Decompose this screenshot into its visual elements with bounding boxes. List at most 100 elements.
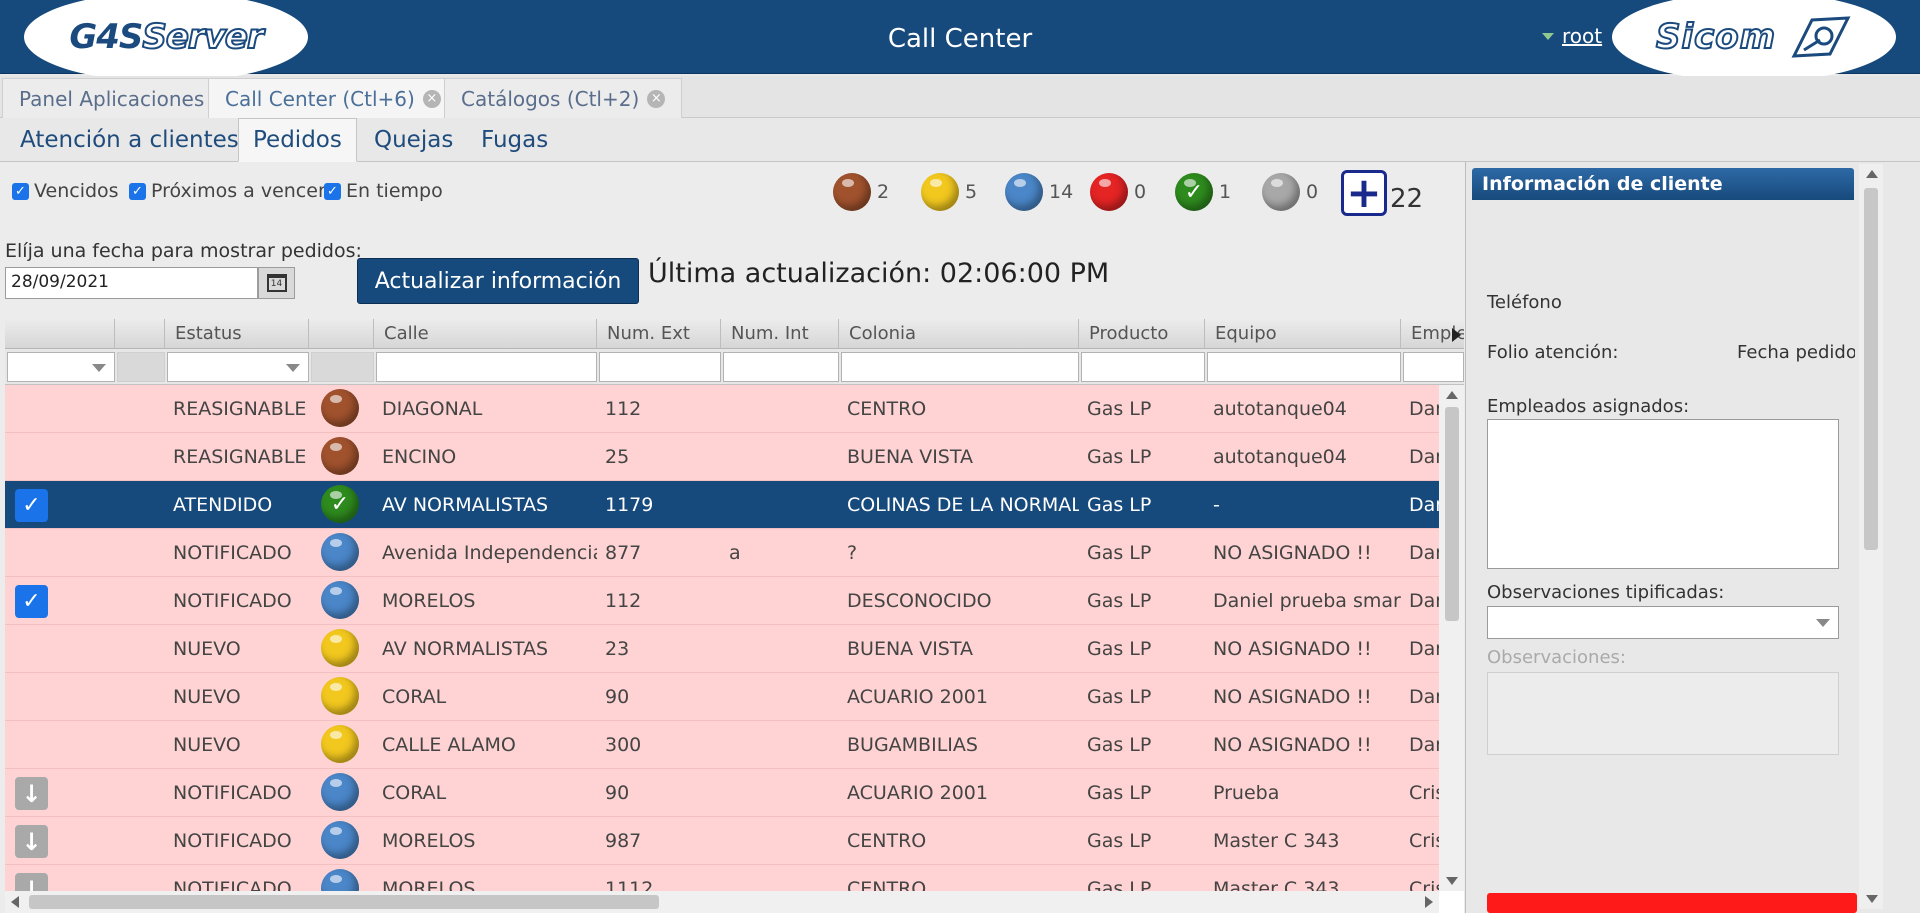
cell-status: REASIGNABLE <box>173 398 307 420</box>
column-header-num-ext[interactable]: Num. Ext <box>597 319 721 349</box>
cell-int <box>721 769 839 817</box>
scroll-left-icon[interactable] <box>11 896 19 908</box>
row-checkbox-checked-icon[interactable]: ✓ <box>15 489 48 522</box>
filter-en-tiempo[interactable]: ✓ En tiempo <box>324 180 443 202</box>
tab-fugas[interactable]: Fugas <box>467 118 562 162</box>
scroll-down-icon[interactable] <box>1446 877 1458 885</box>
save-order-button[interactable] <box>1487 893 1857 913</box>
scroll-down-icon[interactable] <box>1866 895 1878 903</box>
column-header-select[interactable] <box>5 319 115 349</box>
tab-catalogos[interactable]: Catálogos (Ctl+2) × <box>444 78 683 118</box>
column-header-calle[interactable]: Calle <box>374 319 597 349</box>
close-icon[interactable]: × <box>422 89 441 108</box>
refresh-button[interactable]: Actualizar información <box>357 258 639 304</box>
checkbox-checked-icon[interactable]: ✓ <box>129 182 146 200</box>
total-orders-count: 22 <box>1390 184 1424 214</box>
filter-vencidos[interactable]: ✓ Vencidos <box>12 180 119 202</box>
flag-filter-cell <box>117 352 165 382</box>
table-row[interactable]: ✓ NOTIFICADO MORELOS 112 DESCONOCIDO Gas LP Da… <box>5 577 1439 625</box>
legend-count: 0 <box>1134 181 1147 203</box>
arrow-down-icon[interactable]: ↓ <box>15 777 48 810</box>
more-columns-arrow-icon[interactable] <box>1452 328 1461 342</box>
cell-ext: 90 <box>605 686 630 708</box>
tab-pedidos[interactable]: Pedidos <box>238 118 357 162</box>
scroll-up-icon[interactable] <box>1866 170 1878 178</box>
table-row[interactable]: ✓ ✓ ATENDIDO AV NORMALISTAS 1179 COLINAS DE L… <box>5 481 1439 529</box>
table-vertical-scrollbar[interactable] <box>1439 385 1464 891</box>
scroll-right-icon[interactable] <box>1425 896 1433 908</box>
producto-filter-input[interactable] <box>1081 352 1205 382</box>
filter-label: En tiempo <box>346 180 443 202</box>
column-header-estatus[interactable]: Estatus <box>165 319 309 349</box>
num-ext-filter-input[interactable] <box>599 352 721 382</box>
user-name-link[interactable]: root <box>1562 24 1602 48</box>
cell-int <box>721 817 839 865</box>
estatus-filter-dropdown[interactable] <box>167 352 309 382</box>
column-header-colonia[interactable]: Colonia <box>839 319 1079 349</box>
tab-panel-aplicaciones[interactable]: Panel Aplicaciones <box>2 78 222 118</box>
column-header-producto[interactable]: Producto <box>1079 319 1205 349</box>
tab-quejas[interactable]: Quejas <box>360 118 467 162</box>
table-row[interactable]: REASIGNABLE ENCINO 25 BUENA VISTA Gas LP auto… <box>5 433 1439 481</box>
legend-item: 14 <box>1005 173 1073 211</box>
arrow-down-icon[interactable]: ↓ <box>15 873 48 891</box>
scrollbar-thumb[interactable] <box>29 895 659 909</box>
cell-producto: Gas LP <box>1087 590 1152 612</box>
cell-equipo: Master C 343 <box>1213 878 1340 891</box>
cell-colonia: BUENA VISTA <box>847 638 973 660</box>
calle-filter-input[interactable] <box>376 352 597 382</box>
select-filter-dropdown[interactable] <box>7 352 115 382</box>
equipo-filter-input[interactable] <box>1207 352 1401 382</box>
num-int-filter-input[interactable] <box>723 352 839 382</box>
add-order-icon[interactable]: + <box>1341 170 1387 216</box>
cell-equipo: NO ASIGNADO !! <box>1213 734 1372 756</box>
scrollbar-thumb[interactable] <box>1445 407 1459 621</box>
table-row[interactable]: ↓ NOTIFICADO CORAL 90 ACUARIO 2001 Gas LP Prue… <box>5 769 1439 817</box>
user-menu[interactable]: root <box>1542 24 1602 48</box>
observaciones-textarea[interactable] <box>1487 672 1839 755</box>
cell-int <box>721 721 839 769</box>
table-row[interactable]: NUEVO CALLE ALAMO 300 BUGAMBILIAS Gas LP NO A… <box>5 721 1439 769</box>
column-header-equipo[interactable]: Equipo <box>1205 319 1401 349</box>
filter-proximos-a-vencer[interactable]: ✓ Próximos a vencer <box>129 180 326 202</box>
column-header-num-int[interactable]: Num. Int <box>721 319 839 349</box>
scrollbar-thumb[interactable] <box>1864 188 1878 550</box>
tab-atencion-clientes[interactable]: Atención a clientes <box>6 118 253 162</box>
date-input[interactable]: 28/09/2021 <box>5 267 258 299</box>
column-header-indicator[interactable] <box>309 319 374 349</box>
cell-producto: Gas LP <box>1087 878 1152 891</box>
fecha-pedido-label: Fecha pedido <box>1737 342 1855 363</box>
table-row[interactable]: NOTIFICADO Avenida Independencia 877 a? Gas … <box>5 529 1439 577</box>
status-ball-icon <box>1262 173 1300 211</box>
table-row[interactable]: REASIGNABLE DIAGONAL 112 CENTRO Gas LP autota… <box>5 385 1439 433</box>
cell-status: NUEVO <box>173 734 241 756</box>
column-header-flag[interactable] <box>115 319 165 349</box>
checkbox-checked-icon[interactable]: ✓ <box>12 182 29 200</box>
tab-call-center[interactable]: Call Center (Ctl+6) × <box>208 78 458 118</box>
telefono-label: Teléfono <box>1487 292 1562 313</box>
cell-equipo: NO ASIGNADO !! <box>1213 638 1372 660</box>
calendar-button[interactable]: 14 <box>258 267 295 299</box>
cell-empleado: Dani <box>1409 590 1439 612</box>
row-checkbox-checked-icon[interactable]: ✓ <box>15 585 48 618</box>
empleado-filter-input[interactable] <box>1403 352 1464 382</box>
table-row[interactable]: ↓ NOTIFICADO MORELOS 987 CENTRO Gas LP Master … <box>5 817 1439 865</box>
empleados-list[interactable] <box>1487 419 1839 569</box>
table-row[interactable]: NUEVO AV NORMALISTAS 23 BUENA VISTA Gas LP NO… <box>5 625 1439 673</box>
cell-colonia: ? <box>847 542 858 564</box>
table-row[interactable]: ↓ NOTIFICADO MORELOS 1112 CENTRO Gas LP Master… <box>5 865 1439 891</box>
cell-ext: 1179 <box>605 494 654 516</box>
colonia-filter-input[interactable] <box>841 352 1079 382</box>
status-ball-icon <box>321 581 359 619</box>
checkbox-checked-icon[interactable]: ✓ <box>324 182 341 200</box>
orders-table: Estatus Calle Num. Ext Num. Int Colonia … <box>5 319 1464 913</box>
scroll-up-icon[interactable] <box>1446 391 1458 399</box>
close-icon[interactable]: × <box>647 89 666 108</box>
obs-tipificadas-select[interactable] <box>1487 606 1839 639</box>
table-row[interactable]: NUEVO CORAL 90 ACUARIO 2001 Gas LP NO ASIGNAD… <box>5 673 1439 721</box>
customer-info-title: Información de cliente <box>1472 168 1854 200</box>
table-horizontal-scrollbar[interactable] <box>5 891 1439 913</box>
cell-status: ATENDIDO <box>173 494 273 516</box>
arrow-down-icon[interactable]: ↓ <box>15 825 48 858</box>
panel-vertical-scrollbar[interactable] <box>1859 164 1883 909</box>
